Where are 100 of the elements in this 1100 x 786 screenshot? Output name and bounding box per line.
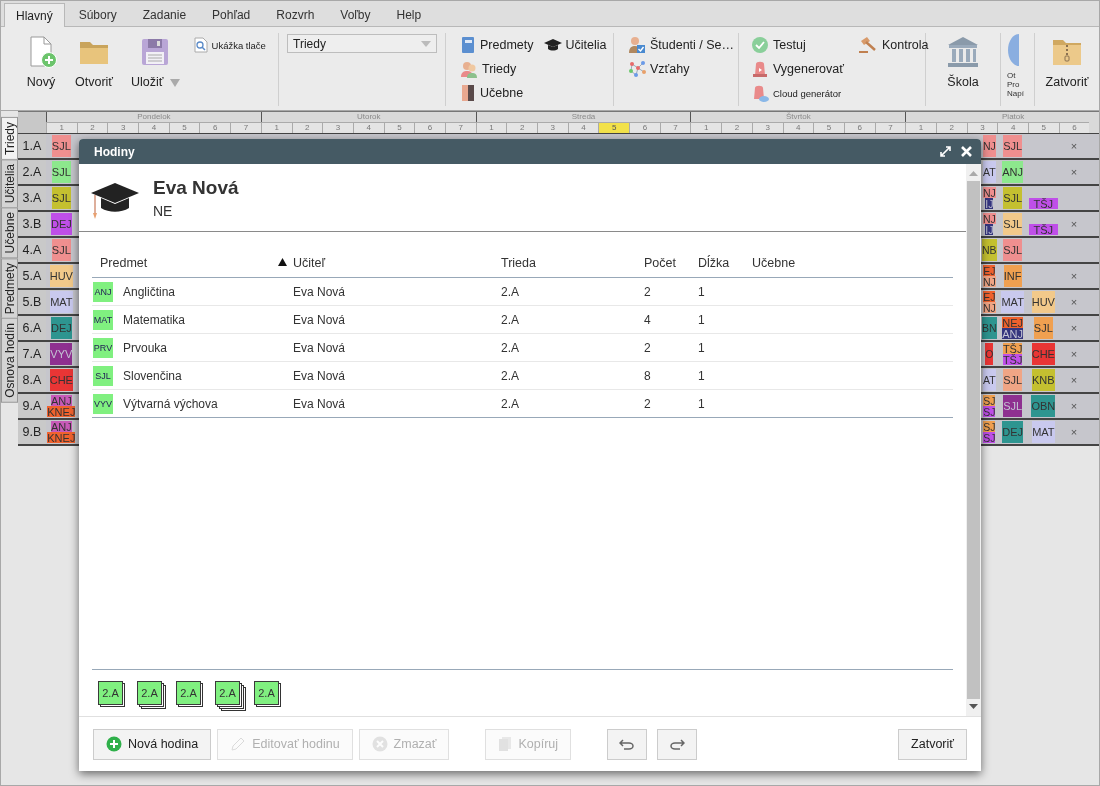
ribbon-button[interactable]: Cloud generátor — [749, 81, 846, 105]
side-tab[interactable]: Predmety — [1, 257, 18, 319]
ribbon-tab[interactable]: Zadanie — [130, 3, 199, 26]
ribbon-button[interactable]: Triedy — [458, 57, 536, 81]
lesson-block[interactable]: SJ — [983, 421, 996, 432]
lesson-block[interactable]: IJ — [985, 198, 994, 209]
lesson-block[interactable]: ANJ — [50, 421, 72, 432]
lesson-block[interactable]: SJL — [51, 161, 71, 183]
cross-mark[interactable]: × — [1070, 140, 1078, 152]
lesson-block[interactable]: NJ — [982, 276, 996, 287]
lesson-block[interactable]: TŠJ — [1002, 354, 1023, 365]
ribbon-tab[interactable]: Help — [384, 3, 434, 26]
lesson-block[interactable]: DEJ — [50, 317, 72, 339]
ribbon-tab[interactable]: Rozvrh — [264, 3, 327, 26]
cross-mark[interactable]: × — [1070, 348, 1078, 360]
lesson-block[interactable]: INF — [1003, 265, 1022, 287]
side-tab[interactable]: Učitelia — [1, 158, 18, 209]
lesson-block[interactable]: SJL — [1003, 369, 1023, 391]
lesson-block[interactable]: SJL — [51, 187, 71, 209]
lesson-block[interactable]: SJL — [51, 135, 71, 157]
cross-mark[interactable]: × — [1070, 426, 1078, 438]
column-header[interactable]: Dĺžka — [698, 256, 730, 270]
ribbon-tab[interactable]: Pohľad — [200, 3, 263, 26]
ribbon-button[interactable]: Zatvoriť — [1039, 33, 1095, 106]
lesson-block[interactable]: SJL — [1003, 213, 1023, 235]
lesson-card[interactable]: 2.A — [254, 681, 279, 705]
lesson-block[interactable]: MAT — [1001, 291, 1024, 313]
close-button[interactable]: Zatvoriť — [898, 728, 967, 760]
column-header[interactable]: Učebne — [752, 256, 796, 270]
cross-mark[interactable]: × — [1070, 218, 1078, 230]
cross-mark[interactable]: × — [1070, 374, 1078, 386]
lesson-block[interactable]: ANJ — [1002, 161, 1024, 183]
lesson-block[interactable]: NJ — [982, 187, 996, 198]
ribbon-tab[interactable]: Voľby — [328, 3, 383, 26]
lesson-block[interactable]: KNB — [1032, 369, 1055, 391]
lesson-card[interactable]: 2.A — [98, 681, 123, 705]
maximize-button[interactable] — [940, 146, 951, 157]
column-header[interactable]: Trieda — [501, 256, 536, 270]
lesson-block[interactable]: KNEJ — [47, 432, 76, 443]
lesson-block[interactable]: HUV — [49, 265, 73, 287]
lesson-block[interactable]: NJ — [982, 302, 996, 313]
lesson-block[interactable]: SJL — [1003, 187, 1023, 209]
ribbon-button[interactable]: Ot Pro Napí — [1007, 33, 1024, 98]
ribbon-button[interactable]: Nový — [19, 33, 63, 91]
lesson-block[interactable]: SJ — [983, 395, 996, 406]
lesson-block[interactable]: MAT — [1032, 421, 1055, 443]
ribbon-button[interactable]: Študenti / Se… — [626, 33, 737, 57]
cross-mark[interactable]: × — [1070, 322, 1078, 334]
lesson-block[interactable]: HUV — [1031, 291, 1055, 313]
column-header[interactable]: Počet — [644, 256, 676, 270]
lesson-block[interactable]: AT — [983, 161, 996, 183]
lesson-block[interactable]: SJL — [51, 239, 71, 261]
ribbon-button[interactable]: Učitelia — [541, 33, 609, 57]
cross-mark[interactable]: × — [1070, 296, 1078, 308]
ribbon-button[interactable]: Vygenerovať — [749, 57, 846, 81]
ribbon-button[interactable]: Testuj — [749, 33, 846, 57]
lesson-block[interactable]: VYV — [50, 343, 73, 365]
lesson-block[interactable]: ANJ — [1002, 328, 1024, 339]
lesson-block[interactable]: MAT — [50, 291, 73, 313]
lesson-block[interactable]: SJL — [1003, 135, 1023, 157]
lesson-block[interactable]: SJL — [1003, 395, 1023, 417]
ribbon-button[interactable]: Škola — [940, 33, 986, 106]
scroll-thumb[interactable] — [967, 181, 980, 699]
add-lesson-button[interactable]: Nová hodina — [93, 728, 212, 760]
lesson-block[interactable]: EJ — [983, 291, 996, 302]
lesson-card[interactable]: 2.A — [176, 681, 201, 705]
lesson-block[interactable]: ANJ — [50, 395, 72, 406]
ribbon-button[interactable]: Kontrola — [855, 33, 931, 57]
scrollbar[interactable] — [966, 164, 981, 716]
lesson-block[interactable]: TŠJ — [1002, 343, 1023, 354]
undo-button[interactable] — [607, 728, 648, 760]
lesson-block[interactable]: NJ — [982, 135, 996, 157]
lesson-block[interactable]: NB — [982, 239, 997, 261]
side-tab[interactable]: Osnova hodín — [1, 318, 18, 403]
lesson-block[interactable]: OBN — [1031, 395, 1056, 417]
ribbon-button[interactable]: Uložiť — [125, 33, 186, 91]
lesson-block[interactable]: SJL — [1033, 317, 1053, 339]
lesson-block[interactable]: DEJ — [1002, 421, 1024, 443]
cross-mark[interactable]: × — [1070, 400, 1078, 412]
side-tab[interactable]: Učebne — [1, 207, 18, 259]
ribbon-button[interactable]: Ukážka tlače — [191, 33, 268, 57]
class-select[interactable]: Triedy — [287, 34, 437, 53]
lesson-block[interactable]: EJ — [983, 265, 996, 276]
ribbon-tab[interactable]: Súbory — [66, 3, 129, 26]
lesson-block[interactable]: AT — [983, 369, 996, 391]
cross-mark[interactable]: × — [1070, 166, 1078, 178]
ribbon-button[interactable]: Učebne — [458, 81, 536, 105]
ribbon-button[interactable]: Predmety — [458, 33, 536, 57]
ribbon-tab[interactable]: Hlavný — [4, 3, 65, 27]
lesson-block[interactable]: IJ — [985, 224, 994, 235]
cross-mark[interactable]: × — [1070, 270, 1078, 282]
lesson-block[interactable]: KNEJ — [47, 406, 76, 417]
ribbon-button[interactable]: Otvoriť — [69, 33, 120, 91]
redo-button[interactable] — [657, 728, 698, 760]
column-header[interactable]: Predmet — [92, 256, 148, 270]
side-tab[interactable]: Triedy — [1, 117, 18, 160]
lesson-block[interactable]: NJ — [982, 213, 996, 224]
lesson-block[interactable]: SJL — [1003, 239, 1023, 261]
column-header[interactable]: Učiteľ — [278, 256, 326, 270]
lesson-block[interactable]: NEJ — [1002, 317, 1024, 328]
